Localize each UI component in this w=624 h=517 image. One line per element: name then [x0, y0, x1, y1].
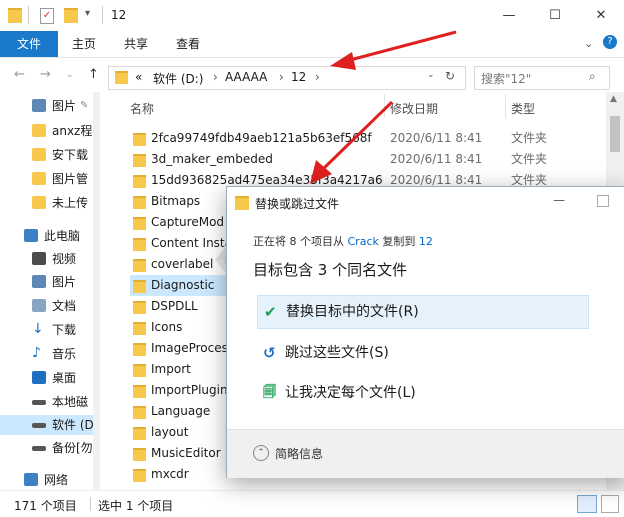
- decide-icon: 🗐: [263, 385, 276, 400]
- destination-link[interactable]: 12: [419, 235, 433, 248]
- dialog-heading: 目标包含 3 个同名文件: [253, 261, 408, 279]
- skip-files-option[interactable]: ↺ 跳过这些文件(S): [257, 337, 587, 369]
- replace-or-skip-dialog[interactable]: 替换或跳过文件 — 正在将 8 个项目从 Crack 复制到 12 目标包含 3…: [226, 186, 624, 478]
- dialog-title: 替换或跳过文件: [255, 197, 340, 211]
- fewer-details-link[interactable]: 简略信息: [275, 445, 323, 462]
- option-label: 跳过这些文件(S): [285, 345, 389, 361]
- replace-files-option[interactable]: ✔ 替换目标中的文件(R): [257, 295, 589, 329]
- dialog-maximize-button[interactable]: [597, 195, 609, 207]
- dialog-footer: ⌃ 简略信息: [227, 429, 624, 478]
- option-label: 替换目标中的文件(R): [286, 304, 419, 320]
- check-icon: ✔: [264, 303, 277, 321]
- dialog-icon: [235, 196, 249, 210]
- annotation-arrowhead-1: [330, 52, 356, 70]
- source-link[interactable]: Crack: [348, 235, 379, 248]
- annotation-arrow-1: [349, 30, 457, 62]
- decide-each-file-option[interactable]: 🗐 让我决定每个文件(L): [257, 377, 587, 409]
- collapse-details-icon[interactable]: ⌃: [253, 445, 269, 461]
- skip-icon: ↺: [263, 344, 276, 362]
- progress-prefix: 正在将 8 个项目从: [253, 235, 344, 248]
- dialog-progress-text: 正在将 8 个项目从 Crack 复制到 12: [253, 233, 433, 249]
- annotation-arrow-2: [320, 100, 394, 172]
- option-label: 让我决定每个文件(L): [285, 385, 416, 401]
- dialog-minimize-button[interactable]: —: [553, 193, 565, 207]
- progress-mid: 复制到: [382, 235, 416, 248]
